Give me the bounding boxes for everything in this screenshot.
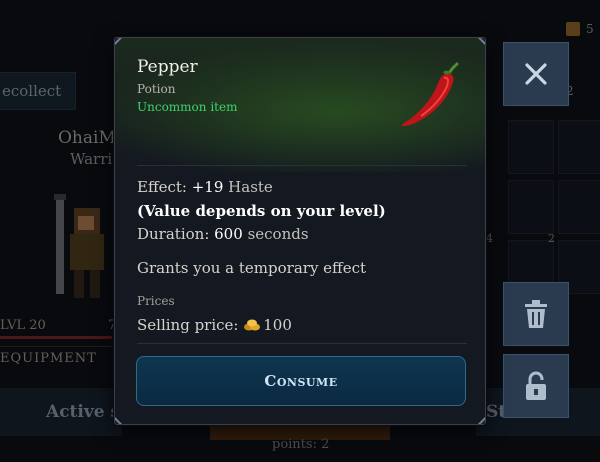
frame-corner bbox=[115, 416, 123, 424]
item-type: Potion bbox=[137, 82, 176, 96]
duration-line: Duration: 600 seconds bbox=[137, 225, 309, 243]
duration-value: 600 bbox=[214, 225, 243, 243]
unlock-icon bbox=[526, 371, 546, 400]
lock-item-button[interactable] bbox=[503, 354, 569, 418]
item-description: Grants you a temporary effect bbox=[137, 259, 367, 277]
effect-label: Effect: bbox=[137, 178, 192, 196]
gold-coins-icon bbox=[244, 319, 261, 331]
duration-label: Duration: bbox=[137, 225, 215, 243]
selling-price-label: Selling price: bbox=[137, 316, 244, 334]
close-button[interactable] bbox=[503, 42, 569, 106]
close-icon bbox=[525, 63, 547, 85]
red-chili-pepper-icon bbox=[401, 62, 459, 126]
effect-stat: Haste bbox=[228, 178, 273, 196]
item-rarity: Uncommon item bbox=[137, 100, 238, 114]
selling-price-line: Selling price: 100 bbox=[137, 316, 292, 334]
prices-label: Prices bbox=[137, 294, 175, 308]
effect-line: Effect: +19 Haste bbox=[137, 178, 273, 196]
selling-price-value: 100 bbox=[263, 316, 292, 334]
effect-note: (Value depends on your level) bbox=[137, 202, 386, 220]
duration-unit: seconds bbox=[247, 225, 309, 243]
frame-corner bbox=[477, 416, 485, 424]
trash-icon bbox=[525, 300, 547, 328]
item-name: Pepper bbox=[137, 57, 198, 77]
header-divider bbox=[137, 165, 467, 166]
footer-divider bbox=[137, 343, 467, 344]
effect-note-text: (Value depends on your level) bbox=[137, 202, 386, 220]
consume-button[interactable]: Consume bbox=[136, 356, 466, 406]
effect-value: +19 bbox=[191, 178, 224, 196]
delete-item-button[interactable] bbox=[503, 282, 569, 346]
item-detail-popup: Pepper Potion Uncommon item Effect: +19 … bbox=[114, 37, 486, 425]
